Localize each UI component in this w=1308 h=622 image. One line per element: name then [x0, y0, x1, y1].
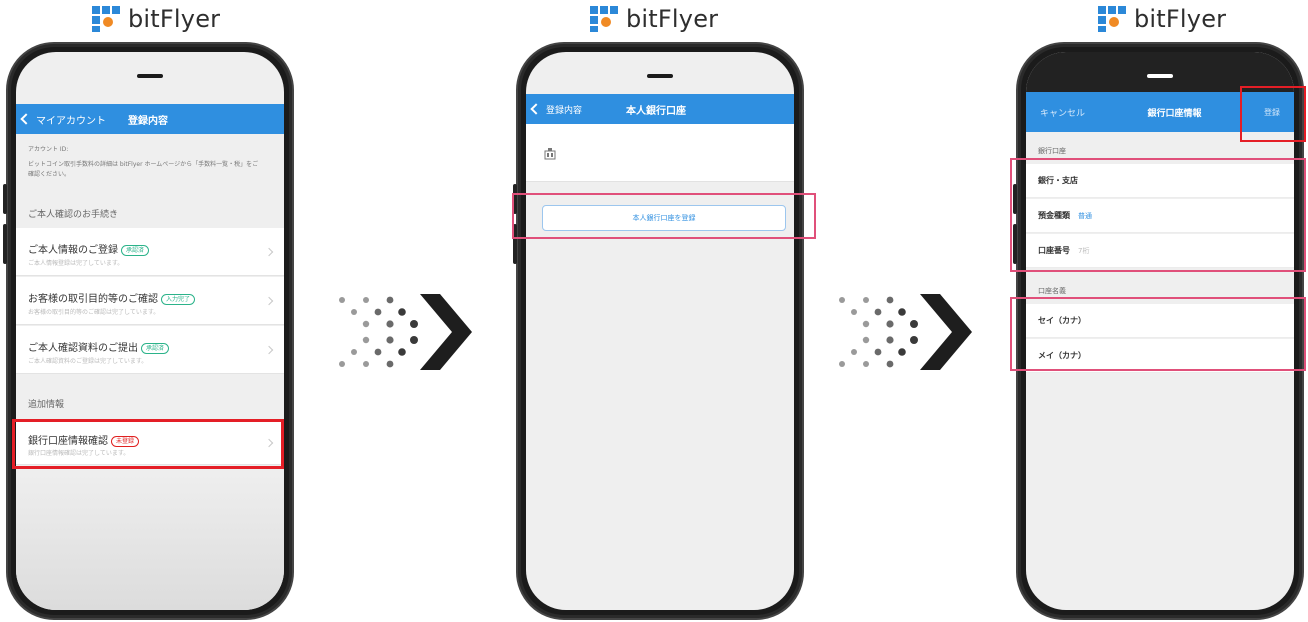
bitflyer-logo-icon — [92, 6, 122, 32]
brand-name: bitFlyer — [626, 5, 719, 33]
highlight-holder-fields — [1010, 297, 1306, 371]
extra-section-label: 追加情報 — [28, 400, 65, 410]
content-area — [526, 124, 794, 182]
bank-section-label: 銀行口座 — [1038, 147, 1066, 155]
back-button[interactable]: 登録内容 — [526, 103, 582, 116]
screen-bank-account: 登録内容 本人銀行口座 本人銀行口座を登録 — [526, 52, 794, 610]
page-title: 登録内容 — [128, 115, 168, 127]
bottom-fade — [16, 466, 284, 610]
holder-section-label: 口座名義 — [1038, 287, 1066, 295]
phone-frame-2: 登録内容 本人銀行口座 本人銀行口座を登録 — [513, 42, 804, 620]
status-badge: 承認済 — [141, 342, 170, 354]
brand-name: bitFlyer — [1134, 5, 1227, 33]
highlight-register-button — [512, 193, 816, 239]
chevron-right-icon — [264, 247, 274, 257]
back-button[interactable]: マイアカウント — [16, 112, 106, 127]
account-id-label: アカウント ID: — [28, 146, 69, 153]
bitflyer-logo-icon — [590, 6, 620, 32]
brand-name: bitFlyer — [128, 5, 221, 33]
identity-section-label: ご本人確認のお手続き — [28, 210, 119, 220]
list-item[interactable]: ご本人確認資料のご提出 承認済 ご本人確認資料のご登録は完了しています。 — [16, 326, 284, 374]
chevron-left-icon — [530, 103, 542, 115]
chevron-right-icon — [264, 345, 274, 355]
highlight-register-button — [1240, 86, 1306, 142]
status-badge: 入力完了 — [161, 293, 196, 305]
brand-logo-1: bitFlyer — [92, 4, 220, 34]
list-item[interactable]: お客様の取引目的等のご確認 入力完了 お客様の取引目的等のご確認は完了しています。 — [16, 277, 284, 325]
page-title: 本人銀行口座 — [626, 105, 687, 117]
highlight-bank-fields — [1010, 158, 1306, 272]
page-title: 銀行口座情報 — [1147, 108, 1202, 119]
arrow-right-icon — [839, 294, 972, 370]
phone-frame-1: マイアカウント 登録内容 アカウント ID: ビットコイン取引手数料の詳細は b… — [3, 42, 294, 620]
chevron-right-icon — [264, 296, 274, 306]
fee-note: ビットコイン取引手数料の詳細は bitFlyer ホームページから「手数料一覧・… — [28, 161, 259, 178]
brand-logo-2: bitFlyer — [590, 4, 718, 34]
bank-icon — [544, 148, 556, 160]
highlight-bank-item — [12, 419, 284, 469]
status-badge: 承認済 — [121, 244, 150, 256]
screen-registration-details: マイアカウント 登録内容 アカウント ID: ビットコイン取引手数料の詳細は b… — [16, 52, 284, 610]
bitflyer-logo-icon — [1098, 6, 1128, 32]
brand-logo-3: bitFlyer — [1098, 4, 1226, 34]
arrow-right-icon — [339, 294, 472, 370]
navbar: マイアカウント 登録内容 — [16, 104, 284, 134]
chevron-left-icon — [20, 113, 32, 125]
navbar: 登録内容 本人銀行口座 — [526, 94, 794, 124]
cancel-button[interactable]: キャンセル — [1040, 106, 1085, 119]
list-item[interactable]: ご本人情報のご登録 承認済 ご本人情報登録は完了しています。 — [16, 228, 284, 276]
